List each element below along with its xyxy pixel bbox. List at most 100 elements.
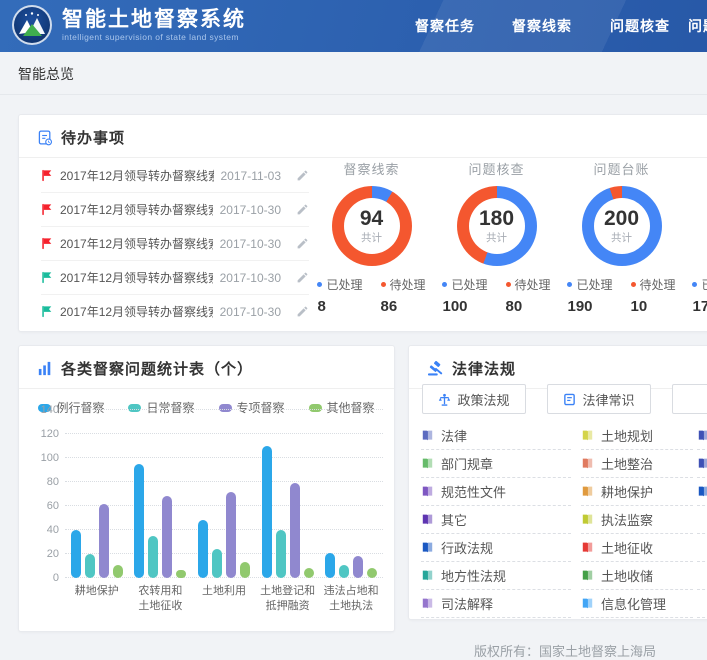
bar-专项督察 [353, 556, 363, 578]
flag-icon [41, 169, 53, 182]
stats-row: 督察线索94共计已处理8待处理86问题核查180共计已处理100待处理80问题台… [309, 159, 707, 315]
y-axis-tick: 60 [29, 500, 59, 512]
todo-row[interactable]: 2017年12月领导转办督察线索2017-10-30 [41, 261, 309, 295]
donut-total-value: 200 [604, 208, 639, 230]
edit-pencil-icon[interactable] [296, 169, 309, 182]
stat-processed: 已处理8 [317, 276, 362, 315]
book-icon [581, 541, 594, 554]
laws-column-2: 土地规划土地整治耕地保护执法监察土地征收土地收储信息化管理 [581, 422, 693, 618]
flag-icon [41, 203, 53, 216]
bar-日常督察 [85, 554, 95, 578]
law-link[interactable]: 土地整治 [581, 450, 693, 478]
x-axis-label: 土地登记和 抵押融资 [256, 584, 320, 614]
laws-column-1: 法律部门规章规范性文件其它行政法规地方性法规司法解释 [421, 422, 571, 618]
stat-pending: 待处理86 [381, 276, 426, 315]
stat-block-1: 督察线索94共计已处理8待处理86 [309, 159, 434, 315]
law-link[interactable]: 其它 [421, 506, 571, 534]
law-link[interactable]: 部门规章 [421, 450, 571, 478]
stat-pending: 待处理 80 [506, 276, 551, 315]
todo-item-text: 2017年12月领导转办督察线索 [60, 235, 213, 252]
stat-pending-label: 待处理 [631, 276, 676, 293]
book-icon [421, 569, 434, 582]
law-link[interactable] [697, 450, 707, 478]
flag-icon [41, 271, 53, 284]
stat-legend: 已处理 100 待处理 80 [434, 276, 559, 315]
nav-item-3[interactable]: 问题核查 [610, 0, 670, 52]
stat-processed-value: 175 [692, 298, 707, 315]
law-link[interactable]: 司法解释 [421, 590, 571, 618]
laws-card-header: 法律法规 [409, 346, 707, 389]
processed-dot-icon [692, 282, 697, 287]
stat-pending-label: 待处理 [506, 276, 551, 293]
law-link[interactable]: 地方性法规 [421, 562, 571, 590]
copyright-footer: 版权所有：国家土地督察上海局 [430, 641, 700, 660]
brand[interactable]: 智能土地督察系统 intelligent supervision of stat… [12, 5, 246, 45]
bar-日常督察 [212, 549, 222, 578]
x-axis-label: 耕地保护 [65, 584, 129, 614]
todo-item-date: 2017-10-30 [220, 203, 281, 217]
chart-x-labels: 耕地保护农转用和 土地征收土地利用土地登记和 抵押融资违法占地和 土地执法 [65, 584, 383, 614]
law-link[interactable]: 法律 [421, 422, 571, 450]
bar-专项督察 [290, 483, 300, 578]
law-link[interactable]: 土地收储 [581, 562, 693, 590]
bar-日常督察 [276, 530, 286, 578]
nav-item-2[interactable]: 督察线索 [512, 0, 572, 52]
bar-例行督察 [71, 530, 81, 578]
dashboard-root: 智能土地督察系统 intelligent supervision of stat… [0, 0, 707, 648]
law-tab-2[interactable]: 法律常识 [547, 384, 651, 414]
law-link[interactable]: 耕地保护 [581, 478, 693, 506]
edit-pencil-icon[interactable] [296, 237, 309, 250]
law-link[interactable]: 土地征收 [581, 534, 693, 562]
donut-total-value: 94 [360, 208, 383, 230]
processed-dot-icon [442, 282, 447, 287]
law-tab-1[interactable]: 政策法规 [422, 384, 526, 414]
stat-pending-label: 待处理 [381, 276, 426, 293]
processed-dot-icon [317, 282, 322, 287]
edit-pencil-icon[interactable] [296, 203, 309, 216]
law-link-label: 地方性法规 [441, 566, 506, 585]
stat-processed-label: 已处理 [442, 276, 487, 293]
pending-dot-icon [381, 282, 386, 287]
chart-card-title: 各类督察问题统计表（个） [61, 358, 253, 379]
bar-例行督察 [262, 446, 272, 578]
law-link[interactable]: 执法监察 [581, 506, 693, 534]
law-link[interactable]: 行政法规 [421, 534, 571, 562]
stat-processed-label: 已处理 [317, 276, 362, 293]
donut-total-label: 共计 [361, 230, 382, 245]
bar-chart-plot: 020406080100120140 [65, 410, 383, 578]
stat-legend: 已处理8 待处理86 [309, 276, 434, 315]
nav-item-4[interactable]: 问题台账 [688, 0, 707, 52]
law-link[interactable]: 信息化管理 [581, 590, 693, 618]
law-tab-3[interactable] [672, 384, 707, 414]
law-link[interactable] [697, 422, 707, 450]
stat-legend: 已处理190待处理10 [559, 276, 684, 315]
stat-title: 问题核查 [434, 159, 559, 178]
todo-row[interactable]: 2017年12月领导转办督察线索 2017-10-30 [41, 193, 309, 227]
stat-processed-label: 已处理 [692, 276, 707, 293]
todo-item-text: 2017年12月领导转办督察线索 [60, 201, 213, 218]
todo-stats-card: 待办事项 2017年12月领导转办督察线索2017-11-032017年12月领… [18, 114, 707, 332]
app-title: 智能土地督察系统 [62, 8, 246, 32]
y-axis-tick: 100 [29, 452, 59, 464]
law-link[interactable]: 土地规划 [581, 422, 693, 450]
law-link[interactable] [697, 478, 707, 506]
todo-clipboard-icon [37, 129, 53, 146]
nav-item-1[interactable]: 督察任务 [415, 0, 475, 52]
stat-processed-label: 已处理 [567, 276, 612, 293]
donut-chart: 94共计 [332, 186, 412, 266]
law-link-label: 部门规章 [441, 454, 493, 473]
edit-pencil-icon[interactable] [296, 271, 309, 284]
edit-pencil-icon[interactable] [296, 305, 309, 318]
flag-icon [41, 237, 53, 250]
todo-row[interactable]: 2017年12月领导转办督察线索2017-11-03 [41, 159, 309, 193]
bar-日常督察 [339, 565, 349, 578]
todo-row[interactable]: 2017年12月领导转办督察线索2017-10-30 [41, 295, 309, 328]
bar-其他督察 [240, 562, 250, 578]
stat-pending-value: 80 [506, 298, 551, 315]
law-link-label: 司法解释 [441, 594, 493, 613]
book-icon [421, 513, 434, 526]
stat-processed-value: 100 [442, 298, 487, 315]
law-link[interactable]: 规范性文件 [421, 478, 571, 506]
donut-center: 180共计 [469, 198, 525, 254]
todo-row[interactable]: 2017年12月领导转办督察线索2017-10-30 [41, 227, 309, 261]
